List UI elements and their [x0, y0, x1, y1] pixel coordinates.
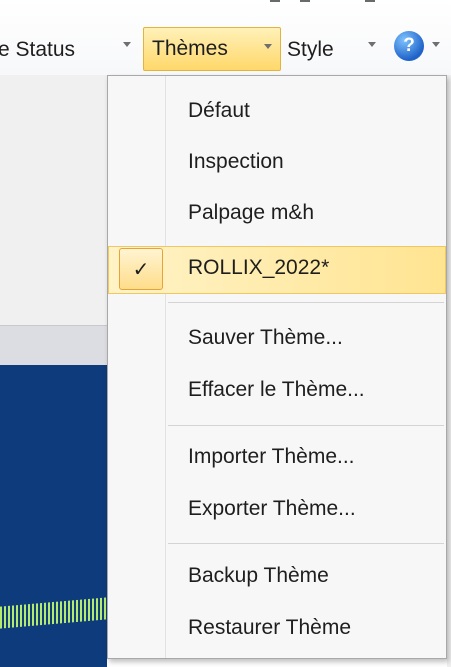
menu-item-effacer-theme[interactable]: Effacer le Thème...: [108, 368, 446, 416]
menu-item-label: Inspection: [188, 150, 284, 173]
menu-item-label: Effacer le Thème...: [188, 378, 365, 401]
themes-button-label: Thèmes: [152, 37, 228, 60]
menu-item-label: Restaurer Thème: [188, 616, 352, 639]
menu-item-label: Importer Thème...: [188, 445, 355, 468]
menu-item-backup-theme[interactable]: Backup Thème: [108, 554, 446, 602]
check-icon: ✓: [119, 248, 163, 290]
themes-menu-button[interactable]: Thèmes: [143, 27, 281, 71]
status-menu-label[interactable]: e Status: [0, 34, 75, 66]
menu-item-label: Exporter Thème...: [188, 497, 356, 520]
ribbon-toolbar: e Status Thèmes Style ?: [0, 0, 451, 75]
style-dropdown-icon[interactable]: [368, 42, 376, 47]
menu-item-importer-theme[interactable]: Importer Thème...: [108, 435, 446, 483]
right-edge-background: [447, 75, 451, 667]
menu-item-label: Palpage m&h: [188, 201, 315, 224]
menu-item-inspection[interactable]: Inspection: [108, 140, 446, 188]
menu-item-label: Sauver Thème...: [188, 326, 343, 349]
menu-separator: [168, 425, 444, 426]
menu-item-restaurer-theme[interactable]: Restaurer Thème: [108, 606, 446, 654]
menu-separator: [168, 302, 444, 303]
menu-item-palpage[interactable]: Palpage m&h: [108, 191, 446, 239]
themes-dropdown-icon: [264, 44, 272, 49]
left-panel-background: [0, 75, 107, 325]
menu-item-sauver-theme[interactable]: Sauver Thème...: [108, 316, 446, 364]
menu-item-label: ROLLIX_2022*: [188, 256, 330, 279]
top-edge-marks: [270, 0, 380, 6]
status-dropdown-icon[interactable]: [123, 42, 131, 47]
help-icon[interactable]: ?: [394, 31, 424, 61]
help-dropdown-icon[interactable]: [432, 42, 440, 47]
themes-dropdown-menu: Défaut Inspection Palpage m&h ✓ ROLLIX_2…: [107, 75, 447, 659]
menu-item-exporter-theme[interactable]: Exporter Thème...: [108, 487, 446, 535]
menu-item-label: Backup Thème: [188, 564, 329, 587]
menu-separator: [168, 543, 444, 544]
style-menu-label[interactable]: Style: [287, 34, 334, 66]
menu-item-defaut[interactable]: Défaut: [108, 89, 446, 137]
left-panel-header: [0, 325, 107, 366]
menu-item-label: Défaut: [188, 99, 250, 122]
menu-item-rollix-2022[interactable]: ✓ ROLLIX_2022*: [108, 246, 446, 294]
